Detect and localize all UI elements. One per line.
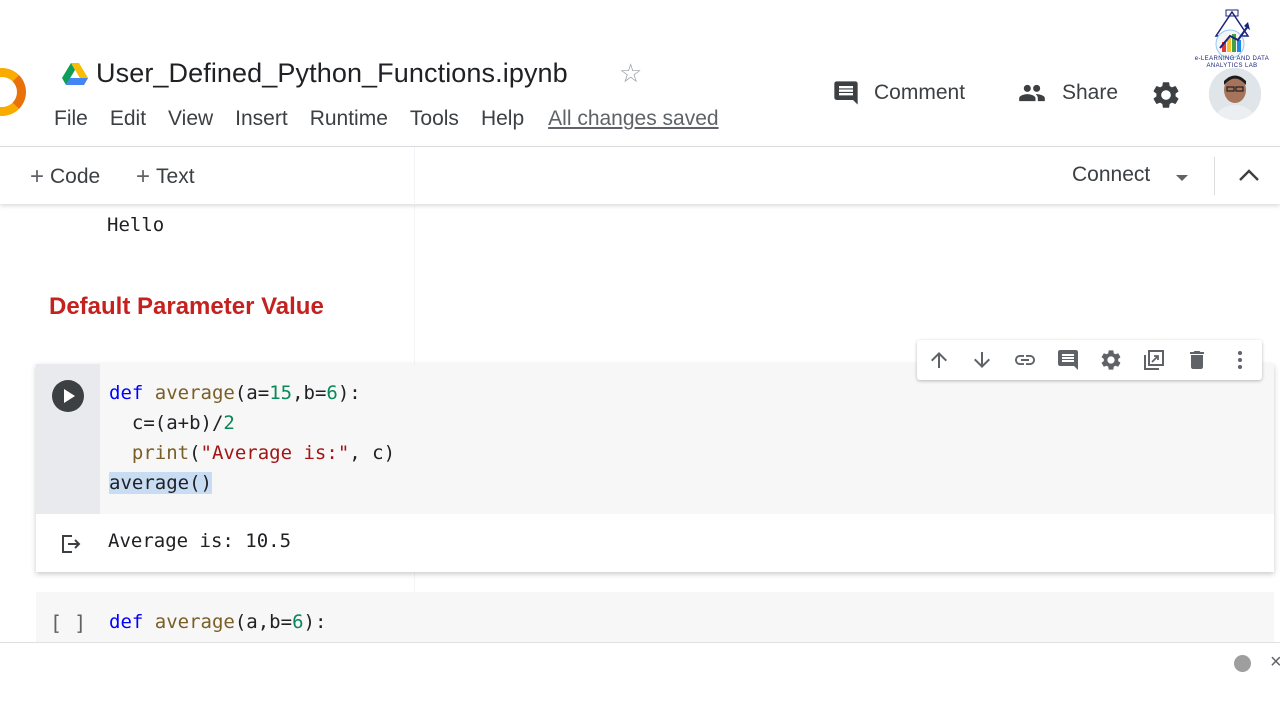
code-cell[interactable]: [ ] def average(a,b=6): [36, 592, 1274, 642]
run-icon[interactable] [52, 380, 84, 412]
plus-icon: + [30, 163, 45, 190]
menu-edit[interactable]: Edit [110, 107, 146, 131]
code-line: def average(a,b=6): [109, 611, 327, 633]
code-line: print("Average is:", c) [131, 442, 396, 464]
document-title[interactable]: User_Defined_Python_Functions.ipynb [96, 58, 568, 89]
cell-toolbar [917, 340, 1262, 380]
comment-button[interactable]: Comment [832, 79, 965, 107]
output-redirect-icon[interactable] [58, 532, 82, 556]
section-heading: Default Parameter Value [49, 293, 324, 320]
lab-logo-text: e-LEARNING AND DATA ANALYTICS LAB [1194, 56, 1270, 69]
code-line: c=(a+b)/2 [109, 412, 235, 434]
menu-file[interactable]: File [54, 107, 88, 131]
previous-cell-output: Hello [107, 214, 165, 236]
cell-settings-icon[interactable] [1099, 348, 1123, 372]
add-text-button[interactable]: + Text [136, 163, 195, 191]
status-bar: × [0, 642, 1280, 720]
add-code-label: Code [50, 165, 101, 188]
menu-bar: File Edit View Insert Runtime Tools Help… [54, 107, 719, 131]
save-status-link[interactable]: All changes saved [548, 107, 718, 131]
menu-insert[interactable]: Insert [235, 107, 288, 131]
close-icon[interactable]: × [1270, 651, 1280, 674]
mirror-cell-icon[interactable] [1142, 348, 1166, 372]
code-line: def average(a=15,b=6): [109, 382, 361, 404]
connect-button[interactable]: Connect [1072, 163, 1150, 187]
output-text: Average is: 10.5 [108, 530, 292, 552]
cell-gutter: [ ] [36, 592, 100, 642]
comment-icon [834, 81, 858, 105]
add-code-button[interactable]: + Code [30, 163, 100, 191]
chevron-up-icon[interactable] [1238, 167, 1260, 183]
plus-icon: + [136, 163, 151, 190]
divider [1214, 157, 1215, 195]
avatar-image [1209, 68, 1261, 120]
code-cell[interactable]: def average(a=15,b=6): c=(a+b)/2 print("… [36, 364, 1274, 572]
move-down-icon[interactable] [970, 348, 994, 372]
colab-logo[interactable] [0, 68, 26, 116]
delete-icon[interactable] [1185, 348, 1209, 372]
gear-icon[interactable] [1150, 79, 1182, 111]
menu-view[interactable]: View [168, 107, 213, 131]
code-editor[interactable]: def average(a=15,b=6): c=(a+b)/2 print("… [100, 364, 1274, 514]
menu-tools[interactable]: Tools [410, 107, 459, 131]
chevron-down-icon[interactable] [1176, 175, 1188, 181]
divider [414, 147, 415, 205]
comment-cell-icon[interactable] [1056, 348, 1080, 372]
status-indicator-icon[interactable] [1234, 655, 1251, 672]
more-vert-icon[interactable] [1228, 348, 1252, 372]
notebook-toolbar: + Code + Text Connect [0, 146, 1280, 205]
notebook-body: Hello Default Parameter Value def averag… [0, 204, 1280, 642]
menu-runtime[interactable]: Runtime [310, 107, 388, 131]
avatar[interactable] [1209, 68, 1261, 120]
link-icon[interactable] [1013, 348, 1037, 372]
cell-gutter [36, 364, 100, 514]
code-line: average() [109, 472, 212, 494]
cell-output: Average is: 10.5 [36, 514, 1274, 572]
add-text-label: Text [156, 165, 195, 188]
execution-count[interactable]: [ ] [50, 611, 86, 635]
comment-label: Comment [874, 81, 966, 104]
move-up-icon[interactable] [927, 348, 951, 372]
drive-icon [62, 63, 88, 85]
menu-help[interactable]: Help [481, 107, 524, 131]
star-icon[interactable]: ☆ [619, 60, 642, 86]
app-header: User_Defined_Python_Functions.ipynb ☆ Fi… [0, 0, 1280, 146]
share-button[interactable]: Share [1016, 79, 1118, 107]
share-label: Share [1062, 81, 1119, 104]
share-icon [1019, 84, 1045, 102]
